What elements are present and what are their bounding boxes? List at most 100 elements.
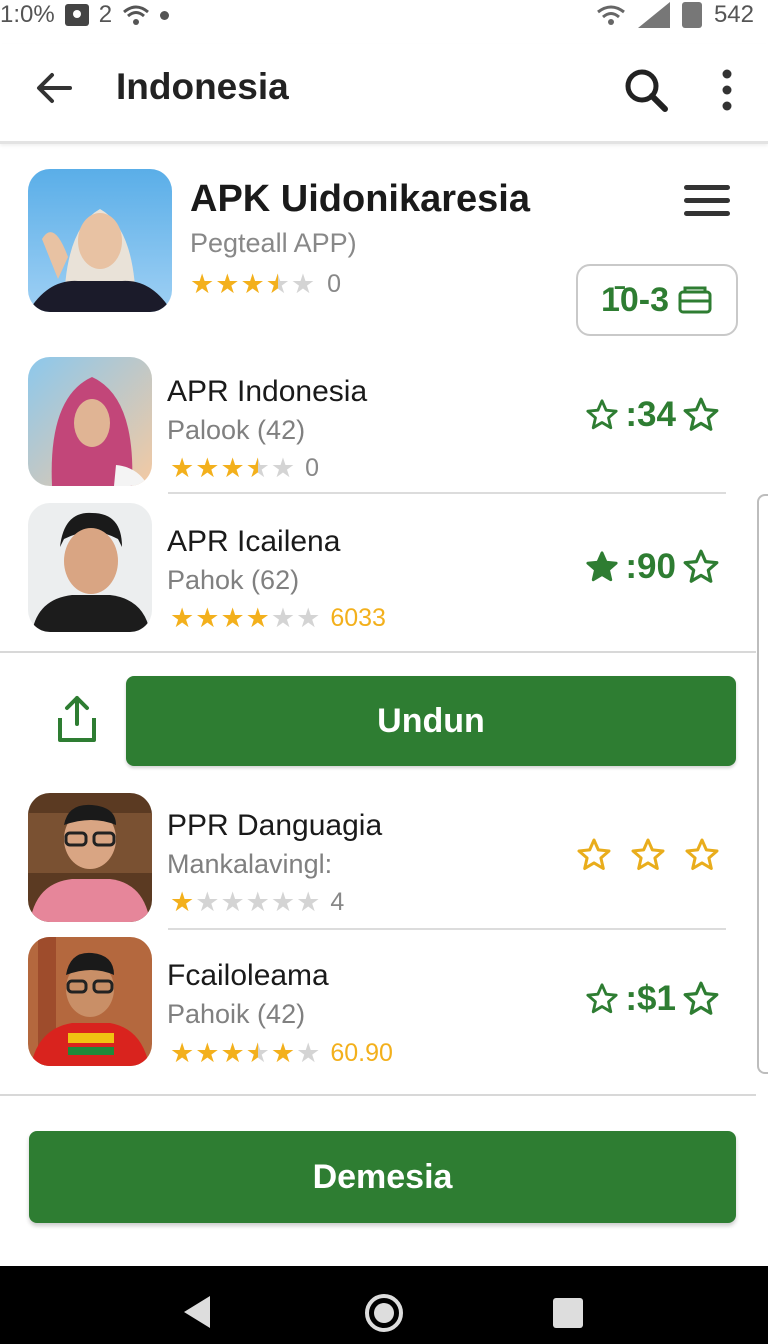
star-outline-icon [631, 838, 665, 870]
undun-button[interactable]: Undun [126, 676, 736, 766]
star-icon: ★ [270, 887, 296, 917]
star-icon: ★ [195, 453, 220, 483]
star-icon: ★ [195, 603, 220, 633]
app-rating: ★ ★ ★ ★ ★ ★ 60.90 [170, 1039, 393, 1068]
more-vert-icon[interactable] [716, 68, 738, 112]
signal-icon [637, 2, 670, 28]
scroll-edge [757, 494, 768, 1074]
menu-icon[interactable] [684, 185, 730, 219]
section-divider [0, 651, 756, 653]
star-icon: ★ [215, 269, 240, 299]
app-icon [28, 793, 152, 922]
notification-icon [64, 4, 89, 26]
app-icon [28, 357, 152, 486]
app-bar: Indonesia [0, 44, 768, 144]
app-name: APR Indonesia [167, 375, 368, 408]
app-subtitle: Palook (42) [167, 415, 306, 445]
rating-stars-outline[interactable] [576, 837, 720, 873]
section-divider [0, 1094, 756, 1096]
price-label: 1̄0-3 [600, 280, 670, 319]
app-rating: ★ ★ ★ ★ ★ 0 [170, 454, 319, 483]
star-filled-icon [586, 551, 618, 582]
nav-recents-icon[interactable] [553, 1298, 583, 1328]
app-name: Fcailoleama [167, 959, 329, 992]
price-tag[interactable]: :34 [585, 395, 720, 435]
status-time: 1:0% [0, 1, 55, 28]
wifi-icon-right [597, 5, 625, 25]
nav-back-icon[interactable] [184, 1296, 210, 1328]
rating-count: 6033 [330, 604, 386, 632]
star-icon: ★ [195, 887, 220, 917]
star-icon: ★ [270, 453, 296, 483]
star-icon: ★ [290, 269, 316, 299]
rating-stars: ★ ★ ★ ★ ★ ★ [170, 605, 320, 632]
system-nav-bar [0, 1266, 768, 1344]
rating-count: 60.90 [330, 1039, 393, 1067]
share-icon[interactable] [56, 694, 98, 744]
star-icon: ★ [170, 453, 195, 483]
star-icon: ★ [296, 603, 321, 633]
price-value: :$1 [625, 979, 676, 1018]
featured-app-subtitle: Pegteall APP) [190, 228, 357, 258]
star-icon: ★ [170, 1038, 195, 1068]
price-tag[interactable]: :90 [585, 547, 720, 587]
price-tag[interactable]: :$1 [585, 979, 720, 1019]
star-icon: ★ [296, 1038, 321, 1068]
rating-stars: ★ ★ ★ ★ ★ ★ [170, 889, 320, 916]
price-value: :34 [625, 395, 676, 434]
app-subtitle: Mankalavingl: [167, 849, 333, 879]
featured-app-icon[interactable] [28, 169, 172, 312]
star-icon: ★ [220, 603, 245, 633]
back-arrow-icon[interactable] [34, 68, 74, 108]
star-icon: ★ [195, 1038, 220, 1068]
star-half-icon: ★ [245, 453, 270, 483]
divider [168, 492, 726, 494]
app-subtitle: Pahok (62) [167, 565, 300, 595]
star-half-icon: ★ [245, 1038, 270, 1068]
demesia-button[interactable]: Demesia [29, 1131, 736, 1223]
star-icon: ★ [190, 269, 215, 299]
star-icon: ★ [270, 603, 296, 633]
star-icon: ★ [245, 887, 270, 917]
rating-stars: ★ ★ ★ ★ ★ [190, 271, 315, 298]
status-bar: 1:0% 2 542 [0, 0, 768, 30]
battery-icon [681, 2, 702, 28]
rating-stars: ★ ★ ★ ★ ★ ★ [170, 1040, 320, 1067]
star-outline-icon [683, 981, 719, 1015]
star-outline-icon [586, 399, 618, 430]
star-outline-icon [685, 838, 719, 870]
rating-count: 0 [305, 454, 319, 482]
divider [168, 928, 726, 930]
price-value: :90 [625, 547, 676, 586]
search-icon[interactable] [622, 66, 670, 114]
nav-home-icon[interactable] [365, 1294, 403, 1332]
star-outline-icon [683, 397, 719, 431]
page-title: Indonesia [116, 66, 289, 107]
star-icon: ★ [220, 1038, 245, 1068]
featured-app-title[interactable]: APK Uidonikaresia [190, 178, 530, 221]
battery-text: 542 [713, 1, 754, 28]
star-icon: ★ [245, 603, 270, 633]
star-icon: ★ [296, 887, 321, 917]
app-name: APR Icailena [167, 525, 341, 558]
star-outline-icon [586, 983, 618, 1014]
star-half-icon: ★ [265, 269, 290, 299]
featured-rating: ★ ★ ★ ★ ★ 0 [190, 270, 341, 299]
star-icon: ★ [170, 887, 195, 917]
star-icon: ★ [240, 269, 265, 299]
star-icon: ★ [220, 453, 245, 483]
app-icon [28, 503, 152, 632]
app-icon [28, 937, 152, 1066]
app-rating: ★ ★ ★ ★ ★ ★ 6033 [170, 604, 386, 633]
notification-count: 2 [98, 1, 113, 28]
app-rating: ★ ★ ★ ★ ★ ★ 4 [170, 888, 344, 917]
star-icon: ★ [220, 887, 245, 917]
rating-stars: ★ ★ ★ ★ ★ [170, 455, 295, 482]
star-icon: ★ [270, 1038, 296, 1068]
featured-price-button[interactable]: 1̄0-3 [576, 264, 738, 336]
app-name: PPR Danguagia [167, 809, 383, 842]
rating-count: 0 [327, 270, 341, 298]
ticket-icon [678, 286, 712, 314]
star-outline-icon [577, 838, 611, 870]
star-icon: ★ [170, 603, 195, 633]
